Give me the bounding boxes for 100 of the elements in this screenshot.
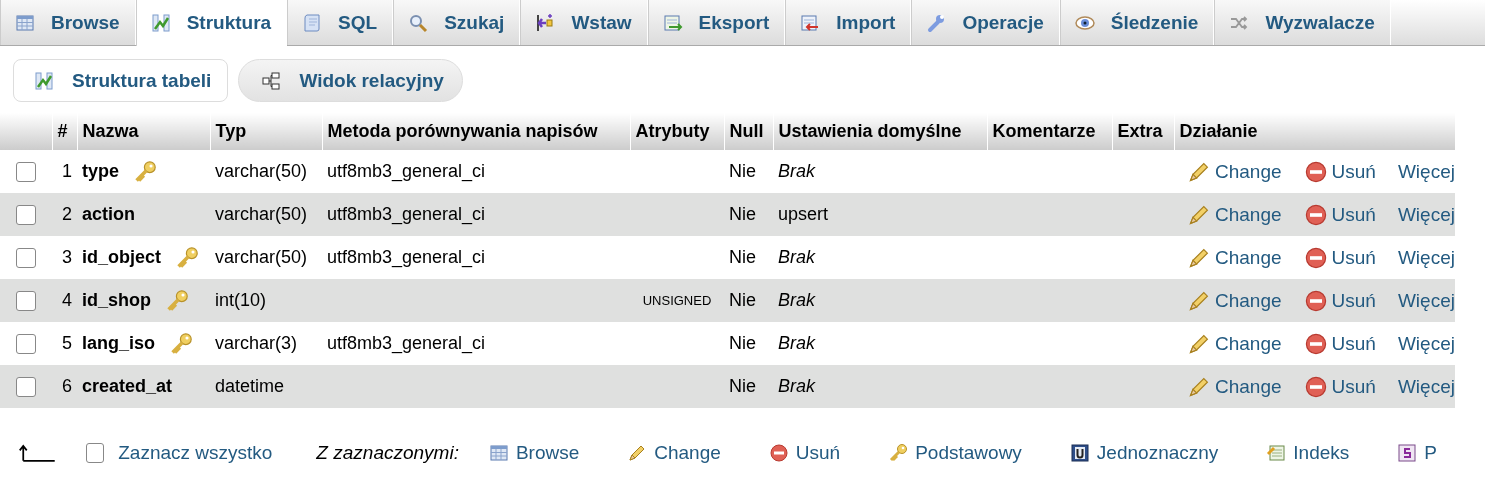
table-cell: Nie [724, 193, 773, 236]
action-link[interactable]: Usuń [1303, 159, 1376, 184]
table-cell: Nie [724, 279, 773, 322]
checkbox[interactable] [16, 248, 36, 269]
spatial-icon [1397, 443, 1418, 463]
table-icon [488, 443, 509, 463]
field-name: type [82, 161, 119, 182]
action-link[interactable]: Usuń [1303, 202, 1376, 227]
action-link[interactable]: Change [1187, 245, 1282, 270]
action-link[interactable]: Więcej [1397, 160, 1455, 183]
table-cell: 6 [52, 365, 77, 408]
table-cell: int(10) [210, 279, 322, 322]
action-link[interactable]: Więcej [1397, 375, 1455, 398]
action-link[interactable]: Change [1187, 202, 1282, 227]
action-link[interactable]: Usuń [1303, 331, 1376, 356]
table-cell: 4 [52, 279, 77, 322]
action-link[interactable]: Usuń [1303, 374, 1376, 399]
action-link[interactable]: Jednoznaczny [1069, 442, 1219, 464]
tab[interactable]: SQL [287, 0, 394, 45]
action-link[interactable]: Indeks [1266, 442, 1350, 464]
table-cell: varchar(50) [210, 193, 322, 236]
column-header: Działanie [1174, 113, 1455, 150]
table-cell: Brak [773, 322, 987, 365]
minus-icon [1303, 374, 1328, 399]
import-icon [800, 12, 821, 33]
action-link[interactable]: Więcej [1397, 289, 1455, 312]
table-cell: utf8mb3_general_ci [322, 236, 630, 279]
tab[interactable]: Wstaw [520, 0, 648, 45]
action-link[interactable]: Change [1187, 159, 1282, 184]
table-cell: Brak [773, 150, 987, 193]
action-link[interactable]: Browse [488, 442, 580, 464]
column-header: Null [724, 113, 773, 150]
table-cell: upsert [773, 193, 987, 236]
table-cell: Brak [773, 236, 987, 279]
tab[interactable]: Struktura [135, 0, 288, 46]
tab[interactable]: Eksport [647, 0, 786, 45]
search-icon [408, 12, 429, 33]
table-cell: Brak [773, 279, 987, 322]
table-cell: utf8mb3_general_ci [322, 322, 630, 365]
tab[interactable]: Śledzenie [1059, 0, 1215, 45]
field-name: action [82, 204, 135, 225]
select-all-link[interactable]: Zaznacz wszystko [118, 442, 273, 464]
arrow-icon [18, 442, 57, 464]
index-icon [1266, 443, 1287, 463]
unique-icon [1069, 443, 1090, 463]
table-cell: utf8mb3_general_ci [322, 150, 630, 193]
checkbox[interactable] [16, 291, 36, 312]
action-link[interactable]: Więcej [1397, 332, 1455, 355]
field-name: id_shop [82, 290, 151, 311]
tab[interactable]: Szukaj [393, 0, 521, 45]
table-cell: 3 [52, 236, 77, 279]
checkbox[interactable] [86, 443, 105, 463]
table-cell: 2 [52, 193, 77, 236]
checkbox[interactable] [16, 205, 36, 226]
field-name: id_object [82, 247, 161, 268]
column-header: Nazwa [77, 113, 210, 150]
with-selected-label: Z zaznaczonymi: [316, 442, 459, 464]
action-link[interactable]: Change [627, 442, 721, 464]
table-cell: varchar(50) [210, 236, 322, 279]
action-link[interactable]: Więcej [1397, 246, 1455, 269]
table-cell: datetime [210, 365, 322, 408]
checkbox[interactable] [16, 377, 36, 398]
field-name: lang_iso [82, 333, 156, 354]
tab[interactable]: Import [785, 0, 912, 45]
minus-icon [1303, 202, 1328, 227]
action-link[interactable]: Więcej [1397, 203, 1455, 226]
relation-icon [261, 70, 282, 91]
action-link[interactable]: Usuń [1303, 245, 1376, 270]
table-cell: varchar(3) [210, 322, 322, 365]
insert-icon [535, 12, 556, 33]
table-cell: Nie [724, 236, 773, 279]
action-link[interactable]: Podstawowy [888, 442, 1022, 464]
subtab[interactable]: Struktura tabeli [13, 59, 229, 102]
structure-icon [34, 70, 54, 91]
minus-icon [768, 443, 789, 463]
action-link[interactable]: Change [1187, 331, 1282, 356]
tab[interactable]: Operacje [911, 0, 1060, 45]
field-name: created_at [82, 376, 173, 397]
action-link[interactable]: P [1397, 442, 1437, 464]
column-header: Komentarze [987, 113, 1112, 150]
minus-icon [1303, 331, 1328, 356]
table-cell: Brak [773, 365, 987, 408]
action-link[interactable]: Change [1187, 374, 1282, 399]
table-cell: Nie [724, 150, 773, 193]
checkbox[interactable] [16, 162, 36, 183]
key-icon [888, 443, 909, 463]
checkbox[interactable] [16, 334, 36, 355]
minus-icon [1303, 288, 1328, 313]
tab[interactable]: Browse [0, 0, 136, 45]
column-header: Metoda porównywania napisów [322, 113, 630, 150]
subtab[interactable]: Widok relacyjny [238, 59, 463, 102]
column-header: Atrybuty [630, 113, 724, 150]
table-cell: varchar(50) [210, 150, 322, 193]
wrench-icon [926, 12, 947, 33]
tab[interactable]: Wyzwalacze [1214, 0, 1391, 45]
action-link[interactable]: Usuń [1303, 288, 1376, 313]
column-header: Extra [1112, 113, 1174, 150]
action-link[interactable]: Usuń [768, 442, 841, 464]
action-link[interactable]: Change [1187, 288, 1282, 313]
column-header: # [52, 113, 77, 150]
